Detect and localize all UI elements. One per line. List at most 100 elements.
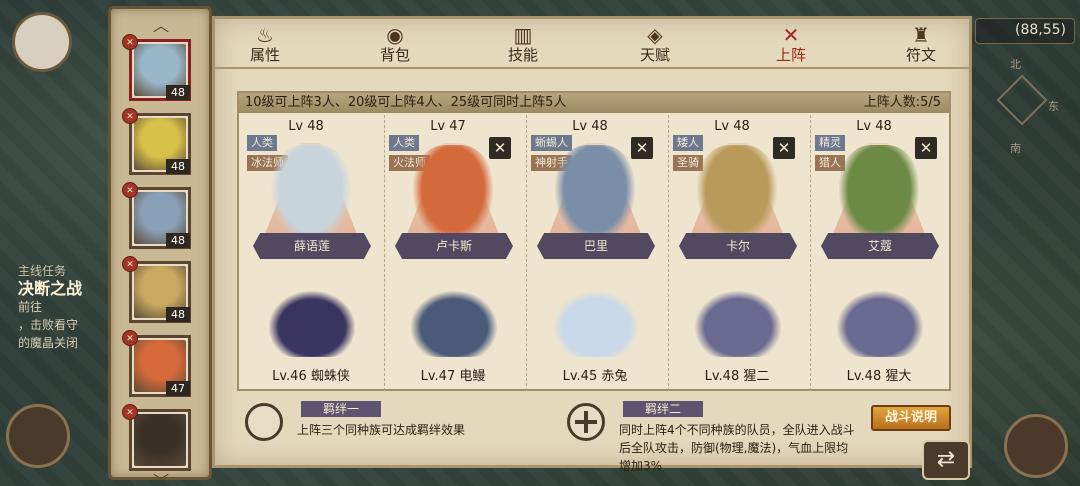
race-badge-icon: ✕ (122, 256, 138, 272)
hero-level: 48 (166, 233, 190, 248)
book-icon: ▥ (513, 23, 533, 47)
pet-label: Lv.45 赤兔 (562, 369, 628, 384)
lineup-hero-column[interactable]: Lv 48 矮人 圣骑 ✕ 卡尔 Lv.48 猩二 (667, 115, 811, 391)
tab-4[interactable]: ✕ 上阵 (761, 23, 821, 67)
lineup-hero-column[interactable]: Lv 47 人类 火法师 ✕ 卢卡斯 Lv.47 电鳗 (383, 115, 527, 391)
roster-hero-slot[interactable]: ✕ 48 (122, 182, 191, 249)
scroll-up-icon[interactable]: ︿ (151, 18, 171, 34)
hero-name-banner: 巴里 (537, 233, 655, 259)
hero-level: 47 (166, 381, 190, 396)
compass-south: 南 (1010, 142, 1021, 155)
crossed-swords-icon: ✕ (782, 23, 800, 47)
race-badge-icon: ✕ (122, 108, 138, 124)
bottom-left-menu-icon[interactable] (6, 404, 70, 468)
lineup-hero-column[interactable]: Lv 48 人类 冰法师 薛语莲 Lv.46 蜘蛛侠 (241, 115, 385, 391)
bottom-right-building-icon[interactable] (1004, 414, 1068, 478)
hero-level-label: Lv 48 (714, 119, 750, 134)
tab-label: 背包 (379, 46, 410, 64)
race-tag: 人类 (389, 135, 419, 151)
bag-icon: ◉ (386, 23, 404, 47)
compass: 北 东 南 (980, 56, 1070, 156)
pet-label: Lv.47 电鳗 (420, 369, 486, 384)
remove-hero-close-icon[interactable]: ✕ (773, 137, 795, 159)
roster-hero-slot[interactable]: ✕ 48 (122, 256, 191, 323)
race-badge-icon: ✕ (122, 182, 138, 198)
race-tag: 矮人 (673, 135, 703, 151)
compass-rose-icon (996, 74, 1048, 126)
hero-level-label: Lv 48 (856, 119, 892, 134)
roster-hero-slot[interactable]: ✕ 47 (122, 330, 191, 397)
eye-icon: ◈ (647, 23, 663, 47)
remove-hero-close-icon[interactable]: ✕ (915, 137, 937, 159)
bond-two-title: 羁绊二 (623, 401, 703, 417)
tab-5[interactable]: ♜ 符文 (891, 23, 951, 67)
tab-1[interactable]: ◉ 背包 (365, 23, 425, 67)
remove-hero-close-icon[interactable]: ✕ (631, 137, 653, 159)
race-badge-icon: ✕ (122, 404, 138, 420)
bond-two: 羁绊二 同时上阵4个不同种族的队员，全队进入战斗后全队攻击，防御(物理,魔法)，… (567, 401, 857, 473)
hero-sprite[interactable] (555, 145, 635, 243)
tab-label: 天赋 (639, 46, 670, 64)
race-tag: 蜥蜴人 (531, 135, 572, 151)
hero-level: 48 (166, 85, 190, 100)
battle-info-button[interactable]: 战斗说明 (871, 405, 951, 431)
quest-line: 前往 (18, 300, 43, 314)
compass-north: 北 (1010, 58, 1021, 71)
tab-label: 技能 (507, 46, 538, 64)
race-tag: 人类 (247, 135, 277, 151)
back-button[interactable]: ⇄ (922, 440, 970, 480)
roster-hero-slot[interactable]: ✕ 48 (122, 108, 191, 175)
compass-east: 东 (1048, 100, 1059, 113)
bond-one-icon[interactable] (245, 403, 283, 441)
flame-icon: ♨ (256, 23, 274, 47)
hero-name-banner: 艾蔻 (821, 233, 939, 259)
roster-hero-slot[interactable]: ✕ 48 (122, 34, 191, 101)
tab-0[interactable]: ♨ 属性 (235, 23, 295, 67)
hero-name-banner: 薛语莲 (253, 233, 371, 259)
remove-hero-close-icon[interactable]: ✕ (489, 137, 511, 159)
hero-level-label: Lv 47 (430, 119, 466, 134)
hero-sprite[interactable] (271, 145, 351, 243)
scroll-down-icon[interactable]: ﹀ (151, 474, 171, 486)
quest-line: 的魔晶关闭 (18, 336, 79, 350)
hero-name-banner: 卢卡斯 (395, 233, 513, 259)
lineup-header: 10级可上阵3人、20级可上阵4人、25级可同时上阵5人 上阵人数:5/5 (239, 93, 949, 113)
bond-one-title: 羁绊一 (301, 401, 381, 417)
lineup-hero-column[interactable]: Lv 48 蜥蜴人 神射手 ✕ 巴里 Lv.45 赤兔 (525, 115, 669, 391)
player-avatar[interactable] (12, 12, 72, 72)
pet-sprite[interactable] (553, 291, 639, 357)
quest-header: 主线任务 (18, 264, 67, 278)
tab-3[interactable]: ◈ 天赋 (625, 23, 685, 67)
bond-two-cross-icon[interactable] (567, 403, 605, 441)
hero-panel: ♨ 属性 ◉ 背包 ▥ 技能 ◈ 天赋 ✕ 上阵 ♜ 符文 10级可上阵3人、20级可上阵4人、25级… (212, 16, 972, 473)
lineup-box: 10级可上阵3人、20级可上阵4人、25级可同时上阵5人 上阵人数:5/5 Lv… (237, 91, 951, 391)
race-tag: 精灵 (815, 135, 845, 151)
hero-sprite[interactable] (839, 145, 919, 243)
hero-portrait (134, 414, 186, 466)
lineup-rule: 10级可上阵3人、20级可上阵4人、25级可同时上阵5人 (245, 95, 567, 110)
quest-line: ，击败看守 (18, 318, 79, 332)
hero-level-label: Lv 48 (572, 119, 608, 134)
hero-level-label: Lv 48 (288, 119, 324, 134)
pet-sprite[interactable] (269, 291, 355, 357)
hero-sprite[interactable] (413, 145, 493, 243)
roster-hero-slot[interactable]: ✕ (122, 404, 191, 471)
tab-label: 符文 (905, 46, 936, 64)
bond-one: 羁绊一 上阵三个同种族可达成羁绊效果 (245, 401, 545, 471)
lineup-hero-column[interactable]: Lv 48 精灵 猎人 ✕ 艾蔻 Lv.48 猩大 (809, 115, 953, 391)
pet-label: Lv.48 猩大 (846, 369, 912, 384)
pet-sprite[interactable] (411, 291, 497, 357)
tab-bar: ♨ 属性 ◉ 背包 ▥ 技能 ◈ 天赋 ✕ 上阵 ♜ 符文 (215, 19, 969, 69)
bond-one-desc: 上阵三个同种族可达成羁绊效果 (297, 423, 466, 437)
tab-label: 上阵 (775, 46, 806, 64)
pet-sprite[interactable] (837, 291, 923, 357)
tab-2[interactable]: ▥ 技能 (493, 23, 553, 67)
pet-label: Lv.46 蜘蛛侠 (272, 369, 350, 384)
main-quest-panel[interactable]: 主线任务 决断之战 前往 ，击败看守 的魔晶关闭 (18, 262, 110, 392)
rune-icon: ♜ (912, 23, 930, 47)
hero-roster: ︿ ✕ 48 ✕ 48 ✕ 48 ✕ 48 ✕ 47 ✕ ﹀ (108, 6, 212, 486)
tab-label: 属性 (249, 46, 280, 64)
hero-sprite[interactable] (697, 145, 777, 243)
pet-sprite[interactable] (695, 291, 781, 357)
hero-level: 48 (166, 307, 190, 322)
